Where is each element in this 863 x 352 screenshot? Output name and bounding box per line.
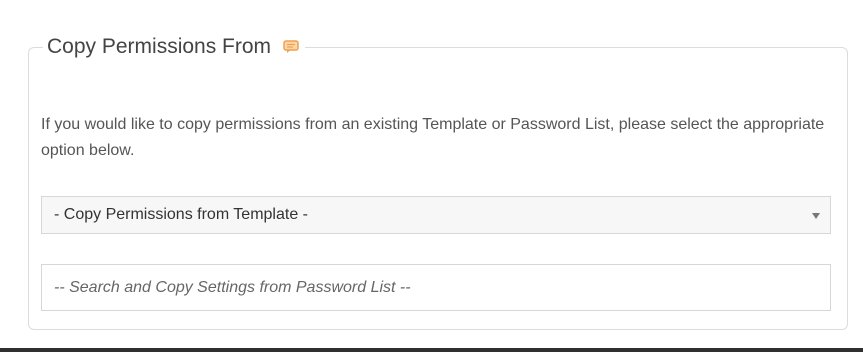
panel-title: Copy Permissions From — [47, 35, 272, 58]
template-select-value: - Copy Permissions from Template - — [54, 206, 308, 223]
comment-help-icon[interactable] — [283, 40, 299, 54]
panel-description: If you would like to copy permissions fr… — [41, 116, 825, 159]
copy-from-template-select[interactable]: - Copy Permissions from Template - — [41, 196, 831, 234]
copy-permissions-panel: Copy Permissions From If you would like … — [28, 34, 848, 330]
bottom-divider — [0, 348, 863, 352]
panel-legend: Copy Permissions From — [43, 34, 306, 60]
chevron-down-icon — [812, 213, 820, 219]
password-list-search-input[interactable] — [41, 264, 831, 311]
